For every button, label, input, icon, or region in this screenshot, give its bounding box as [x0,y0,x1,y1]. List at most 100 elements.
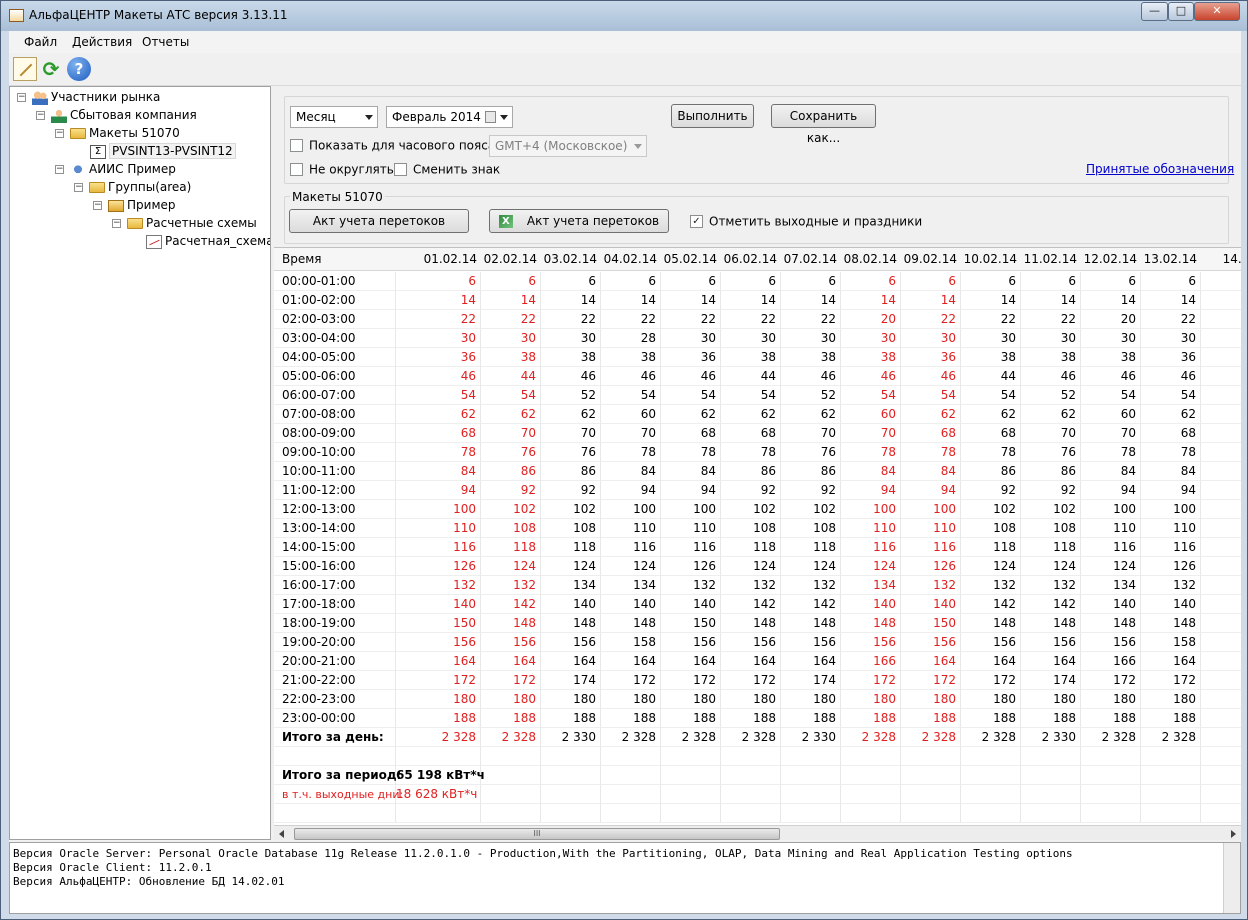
date-picker[interactable]: Февраль 2014 [386,106,513,128]
menu-file[interactable]: Файл [24,35,57,49]
table-row[interactable]: 14:00-15:00 116 118 118 116 116 118 118 116 116 11… [274,538,1241,557]
table-row[interactable]: 12:00-13:00 100 102 102 100 100 102 102 100 100 10… [274,500,1241,519]
toolbar: ⟳ ? [9,53,1241,86]
tree-node-aiis[interactable]: АИИС Пример [70,160,176,178]
scroll-left-icon[interactable] [279,830,284,838]
collapse-toggle[interactable]: − [17,93,26,102]
value-cell: 14 [396,291,481,310]
collapse-toggle[interactable]: − [74,183,83,192]
act-button-excel[interactable]: X Акт учета перетоков [489,209,669,233]
save-as-button[interactable]: Сохранить как... [771,104,876,145]
value-cell [1201,386,1241,405]
table-row[interactable]: 06:00-07:00 54 54 52 54 54 54 52 54 54 54 52 54 54 [274,386,1241,405]
empty-cell [961,766,1021,785]
table-row[interactable]: 19:00-20:00 156 156 156 158 156 156 156 156 156 15… [274,633,1241,652]
checkbox-box[interactable] [290,163,303,176]
data-grid[interactable]: Время 01.02.14 02.02.14 03.02.14 04.02.14 05.… [274,247,1241,825]
table-row[interactable]: 23:00-00:00 188 188 188 188 188 188 188 188 188 18… [274,709,1241,728]
collapse-toggle[interactable]: − [55,129,64,138]
table-row[interactable]: 08:00-09:00 68 70 70 70 68 68 70 70 68 68 70 70 68 [274,424,1241,443]
menu-actions[interactable]: Действия [72,35,132,49]
value-cell [1201,690,1241,709]
scroll-thumb[interactable]: III [294,828,780,840]
minimize-button[interactable]: — [1141,2,1168,21]
menu-reports[interactable]: Отчеты [142,35,189,49]
help-icon[interactable]: ? [67,57,91,81]
table-row[interactable]: 11:00-12:00 94 92 92 94 94 92 92 94 94 92 92 94 94 [274,481,1241,500]
header-date: 08.02.14 [843,252,897,266]
empty-cell [541,766,601,785]
execute-button[interactable]: Выполнить [671,104,754,128]
collapse-toggle[interactable]: − [55,165,64,174]
table-row[interactable]: 13:00-14:00 110 108 108 110 110 108 108 110 110 10… [274,519,1241,538]
table-row[interactable]: 09:00-10:00 78 76 76 78 78 78 76 78 78 78 76 78 78 [274,443,1241,462]
period-select[interactable]: Месяц [290,106,378,128]
table-row[interactable]: 20:00-21:00 164 164 164 164 164 164 164 166 164 16… [274,652,1241,671]
edit-icon[interactable] [13,57,37,81]
table-row[interactable]: 15:00-16:00 126 124 124 124 126 124 124 124 126 12… [274,557,1241,576]
refresh-icon[interactable]: ⟳ [39,57,63,81]
tree-node-market-participants[interactable]: Участники рынка [32,88,160,106]
table-row[interactable]: 05:00-06:00 46 44 46 46 46 44 46 46 46 44 46 46 46 [274,367,1241,386]
vertical-scrollbar[interactable] [1223,843,1240,913]
checkbox-box[interactable] [290,139,303,152]
no-round-checkbox[interactable]: Не округлять [290,162,394,178]
table-row[interactable]: 04:00-05:00 36 38 38 38 36 38 38 38 36 38 38 38 36 [274,348,1241,367]
value-cell: 180 [721,690,781,709]
value-cell: 140 [1081,595,1141,614]
table-row[interactable]: 21:00-22:00 172 172 174 172 172 172 174 172 172 17… [274,671,1241,690]
value-cell: 108 [961,519,1021,538]
value-cell: 46 [601,367,661,386]
collapse-toggle[interactable]: − [93,201,102,210]
table-row[interactable]: 03:00-04:00 30 30 30 28 30 30 30 30 30 30 30 30 30 [274,329,1241,348]
timezone-select[interactable]: GMT+4 (Московское) [489,135,647,157]
legend-link[interactable]: Принятые обозначения [1086,162,1234,176]
value-cell: 164 [601,652,661,671]
tree-node-scheme[interactable]: Расчетная_схема [146,232,270,250]
value-cell: 84 [901,462,961,481]
tree-node-schemes[interactable]: Расчетные схемы [127,214,257,232]
value-cell: 6 [481,272,541,291]
calendar-icon[interactable] [485,111,496,123]
scroll-right-icon[interactable] [1231,830,1236,838]
table-row[interactable]: 02:00-03:00 22 22 22 22 22 22 22 20 22 22 22 20 22 [274,310,1241,329]
table-row[interactable]: 10:00-11:00 84 86 86 84 84 86 86 84 84 86 86 84 84 [274,462,1241,481]
act-button-1[interactable]: Акт учета перетоков [289,209,469,233]
chevron-down-icon[interactable] [500,115,508,120]
value-cell: 116 [1081,538,1141,557]
time-cell: 05:00-06:00 [274,367,396,386]
tree-node-example[interactable]: Пример [108,196,176,214]
change-sign-checkbox[interactable]: Сменить знак [394,162,500,178]
table-row[interactable]: 01:00-02:00 14 14 14 14 14 14 14 14 14 14 14 14 14 [274,291,1241,310]
table-row[interactable]: 00:00-01:00 6 6 6 6 6 6 6 6 6 6 6 6 6 [274,272,1241,291]
time-cell: 19:00-20:00 [274,633,396,652]
tree-node-company[interactable]: Сбытовая компания [51,106,197,124]
collapse-toggle[interactable]: − [112,219,121,228]
checkmark-icon[interactable]: ✓ [690,215,703,228]
time-cell: 11:00-12:00 [274,481,396,500]
empty-cell [1141,804,1201,823]
mark-holidays-checkbox[interactable]: ✓ Отметить выходные и праздники [690,214,922,230]
value-cell: 100 [601,500,661,519]
value-cell: 6 [1141,272,1201,291]
value-cell: 110 [396,519,481,538]
tree-node-makety[interactable]: Макеты 51070 [70,124,180,142]
table-row[interactable]: 16:00-17:00 132 132 134 134 132 132 132 134 132 13… [274,576,1241,595]
value-cell: 164 [1141,652,1201,671]
close-button[interactable]: ✕ [1194,2,1240,21]
checkbox-box[interactable] [394,163,407,176]
collapse-toggle[interactable]: − [36,111,45,120]
empty-cell [601,747,661,766]
value-cell: 30 [661,329,721,348]
table-row[interactable]: 07:00-08:00 62 62 62 60 62 62 62 60 62 62 62 60 62 [274,405,1241,424]
tree-node-pvsint[interactable]: Σ PVSINT13-PVSINT12 [90,142,236,160]
show-tz-checkbox[interactable]: Показать для часового пояса: [290,138,499,154]
table-row[interactable]: 18:00-19:00 150 148 148 148 150 148 148 148 150 14… [274,614,1241,633]
value-cell: 140 [841,595,901,614]
tree-node-groups[interactable]: Группы(area) [89,178,191,196]
maximize-button[interactable]: □ [1168,2,1194,21]
table-row[interactable]: 22:00-23:00 180 180 180 180 180 180 180 180 180 18… [274,690,1241,709]
table-row[interactable]: 17:00-18:00 140 142 140 140 140 142 142 140 140 14… [274,595,1241,614]
value-cell: 156 [481,633,541,652]
tree-label: Пример [127,198,176,212]
